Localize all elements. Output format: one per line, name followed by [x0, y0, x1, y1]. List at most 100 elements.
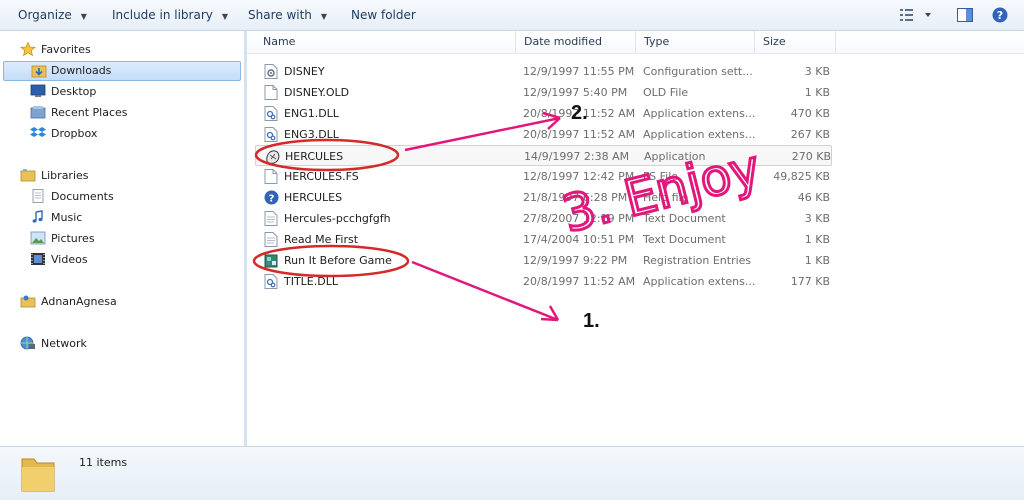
file-date-modified: 14/9/1997 2:38 AM — [524, 150, 630, 163]
include-in-library-label: Include in library — [112, 8, 213, 22]
file-type: Application — [644, 150, 706, 163]
file-type: Text Document — [643, 212, 726, 225]
file-name: DISNEY — [284, 65, 325, 78]
file-row-disney-old[interactable]: DISNEY.OLD 12/9/1997 5:40 PM OLD File 1 KB — [255, 82, 832, 103]
file-date-modified: 21/8/1997 6:28 PM — [523, 191, 628, 204]
file-type: OLD File — [643, 86, 689, 99]
star-icon — [20, 42, 36, 56]
file-type: Configuration sett... — [643, 65, 753, 78]
details-pane: 11 items — [0, 446, 1024, 500]
file-size: 3 KB — [804, 212, 830, 225]
file-size: 1 KB — [804, 233, 830, 246]
file-date-modified: 17/4/2004 10:51 PM — [523, 233, 635, 246]
file-date-modified: 20/8/1997 11:52 AM — [523, 107, 636, 120]
file-name: HERCULES — [285, 150, 344, 163]
dll-icon — [264, 274, 278, 289]
svg-text:?: ? — [269, 194, 275, 205]
network-icon — [20, 336, 35, 350]
file-row-read-me-first[interactable]: Read Me First 17/4/2004 10:51 PM Text Docu… — [255, 229, 832, 250]
folder-icon — [21, 458, 55, 492]
nav-item-pictures-label: Pictures — [51, 232, 95, 245]
column-header-name[interactable]: Name — [255, 31, 516, 53]
registry-icon — [264, 253, 278, 268]
documents-icon — [32, 189, 44, 203]
file-name: ENG3.DLL — [284, 128, 339, 141]
file-row-title-dll[interactable]: TITLE.DLL 20/8/1997 11:52 AM Application e… — [255, 271, 832, 292]
nav-item-dropbox-label: Dropbox — [51, 127, 98, 140]
file-icon — [264, 169, 278, 184]
file-name: TITLE.DLL — [284, 275, 338, 288]
file-date-modified: 20/8/1997 11:52 AM — [523, 275, 636, 288]
music-icon — [32, 210, 43, 223]
details-view-icon — [900, 9, 931, 21]
file-size: 177 KB — [790, 275, 830, 288]
file-size: 3 KB — [804, 65, 830, 78]
file-date-modified: 12/8/1997 12:42 PM — [523, 170, 635, 183]
new-folder-button[interactable]: New folder — [351, 0, 416, 30]
nav-item-documents-label: Documents — [51, 190, 114, 203]
navigation-pane: Favorites Downloads Desktop Recent Place… — [0, 31, 247, 446]
nav-favorites-label: Favorites — [41, 43, 91, 56]
nav-item-downloads[interactable]: Downloads — [3, 61, 241, 81]
desktop-icon — [30, 84, 46, 97]
file-type: Application extens... — [643, 128, 756, 141]
help-button[interactable]: ? — [992, 7, 1008, 23]
file-size: 49,825 KB — [773, 170, 830, 183]
nav-item-desktop-label: Desktop — [51, 85, 97, 98]
dll-icon — [264, 127, 278, 142]
preview-pane-icon — [957, 8, 973, 22]
preview-pane-button[interactable] — [957, 7, 973, 23]
nav-item-recent-places-label: Recent Places — [51, 106, 128, 119]
file-type: Help file — [643, 191, 689, 204]
file-type: Application extens... — [643, 275, 756, 288]
text-file-icon — [264, 232, 278, 247]
file-row-hercules-pcchgfgfh[interactable]: Hercules-pcchgfgfh 27/8/2007 12:19 PM Text… — [255, 208, 832, 229]
file-name: Run It Before Game — [284, 254, 392, 267]
file-row-eng1-dll[interactable]: ENG1.DLL 20/8/1997 11:52 AM Application ex… — [255, 103, 832, 124]
file-name: DISNEY.OLD — [284, 86, 350, 99]
file-row-hercules-fs[interactable]: HERCULES.FS 12/8/1997 12:42 PM FS File 49,8… — [255, 166, 832, 187]
file-date-modified: 12/9/1997 5:40 PM — [523, 86, 628, 99]
dropbox-icon — [30, 127, 46, 137]
file-row-run-it-before-game[interactable]: Run It Before Game 12/9/1997 9:22 PM Regis… — [255, 250, 832, 271]
column-header-size[interactable]: Size — [755, 31, 836, 53]
nav-item-downloads-label: Downloads — [51, 64, 112, 77]
nav-libraries-label: Libraries — [41, 169, 89, 182]
nav-item-videos-label: Videos — [51, 253, 88, 266]
file-date-modified: 12/9/1997 11:55 PM — [523, 65, 635, 78]
file-row-hercules-app[interactable]: HERCULES 14/9/1997 2:38 AM Application 270 … — [255, 145, 832, 166]
dll-icon — [264, 106, 278, 121]
share-with-label: Share with — [248, 8, 312, 22]
file-size: 1 KB — [804, 254, 830, 267]
file-row-disney[interactable]: DISNEY 12/9/1997 11:55 PM Configuration se… — [255, 61, 832, 82]
share-with-button[interactable]: Share with ▼ — [248, 0, 327, 30]
file-date-modified: 12/9/1997 9:22 PM — [523, 254, 628, 267]
column-header-date-modified[interactable]: Date modified — [516, 31, 636, 53]
file-type: Application extens... — [643, 107, 756, 120]
change-view-button[interactable] — [898, 7, 932, 23]
file-type: Registration Entries — [643, 254, 752, 267]
help-icon: ? — [992, 7, 1008, 23]
file-date-modified: 27/8/2007 12:19 PM — [523, 212, 635, 225]
text-file-icon — [264, 211, 278, 226]
file-icon — [264, 85, 278, 100]
file-size: 267 KB — [790, 128, 830, 141]
file-size: 270 KB — [791, 150, 831, 163]
file-name: Read Me First — [284, 233, 359, 246]
user-folder-icon — [20, 295, 36, 308]
column-header-type[interactable]: Type — [636, 31, 755, 53]
chevron-down-icon: ▼ — [221, 12, 229, 21]
file-name: HERCULES — [284, 191, 343, 204]
file-size: 470 KB — [790, 107, 830, 120]
file-type: Text Document — [643, 233, 726, 246]
file-name: Hercules-pcchgfgfh — [284, 212, 391, 225]
organize-label: Organize — [18, 8, 72, 22]
organize-button[interactable]: Organize ▼ — [18, 0, 87, 30]
file-row-hercules-help[interactable]: ? HERCULES 21/8/1997 6:28 PM Help file 46 KB — [255, 187, 832, 208]
file-row-eng3-dll[interactable]: ENG3.DLL 20/8/1997 11:52 AM Application ex… — [255, 124, 832, 145]
nav-item-music-label: Music — [51, 211, 83, 224]
recent-places-icon — [30, 106, 46, 119]
include-in-library-button[interactable]: Include in library ▼ — [112, 0, 228, 30]
app-icon — [265, 149, 280, 164]
chevron-down-icon: ▼ — [320, 12, 328, 21]
